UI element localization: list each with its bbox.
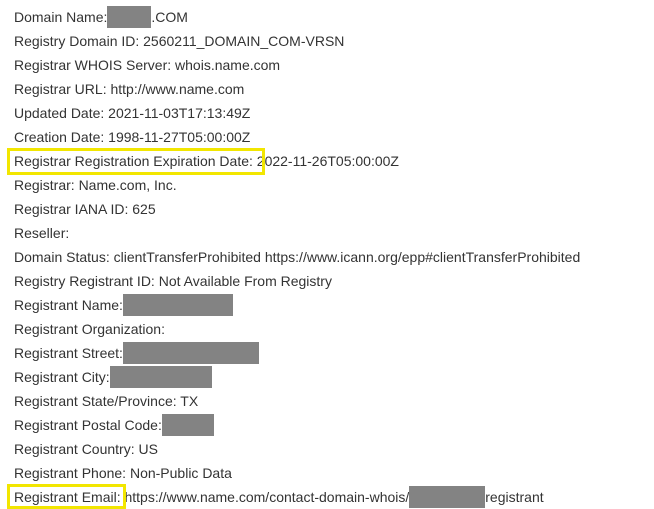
registrar-line: Registrar: Name.com, Inc. [14,177,177,193]
redacted-registrant-name [122,294,233,317]
registrant-email-line: Registrant Email: https://www.name.com/c… [14,486,544,509]
registrar-whois-server-line: Registrar WHOIS Server: whois.name.com [14,57,281,73]
registrant-state-line: Registrant State/Province: TX [14,393,199,409]
domain-name-line: Domain Name: .COM [14,6,188,29]
creation-date-line: Creation Date: 1998-11-27T05:00:00Z [14,129,251,145]
updated-date-line: Updated Date: 2021-11-03T17:13:49Z [14,105,251,121]
registrant-name-label: Registrant Name: [14,297,123,313]
registrant-street-label: Registrant Street: [14,345,123,361]
registrar-url-line: Registrar URL: http://www.name.com [14,81,245,97]
registrant-street-line: Registrant Street: [14,342,259,365]
redacted-domain [107,6,152,29]
registry-registrant-id-line: Registry Registrant ID: Not Available Fr… [14,273,332,289]
registrant-email-url-suffix: registrant [485,489,544,505]
redacted-registrant-email-id [409,486,486,509]
registrar-iana-id-line: Registrar IANA ID: 625 [14,201,156,217]
expiration-date-value: 2022-11-26T05:00:00Z [252,153,399,169]
registrant-name-line: Registrant Name: [14,294,233,317]
registrant-email-url-prefix: https://www.name.com/contact-domain-whoi… [120,489,410,505]
domain-status-line: Domain Status: clientTransferProhibited … [14,249,581,265]
redacted-registrant-postal-code [161,414,214,437]
registrant-phone-line: Registrant Phone: Non-Public Data [14,465,232,481]
expiration-date-line: Registrar Registration Expiration Date: … [14,150,399,172]
registrant-country-line: Registrant Country: US [14,441,158,457]
registrant-organization-line: Registrant Organization: [14,321,165,337]
redacted-registrant-city [109,366,212,389]
reseller-line: Reseller: [14,225,70,241]
domain-name-label: Domain Name: [14,9,108,25]
registrant-email-label: Registrant Email: [14,489,121,505]
registrant-city-line: Registrant City: [14,366,212,389]
expiration-date-label: Registrar Registration Expiration Date: [14,153,253,169]
registrant-postal-code-label: Registrant Postal Code: [14,417,162,433]
registrant-postal-code-line: Registrant Postal Code: [14,414,214,437]
registry-domain-id-line: Registry Domain ID: 2560211_DOMAIN_COM-V… [14,33,345,49]
domain-name-suffix: .COM [151,9,188,25]
registrant-city-label: Registrant City: [14,369,110,385]
redacted-registrant-street [122,342,259,365]
